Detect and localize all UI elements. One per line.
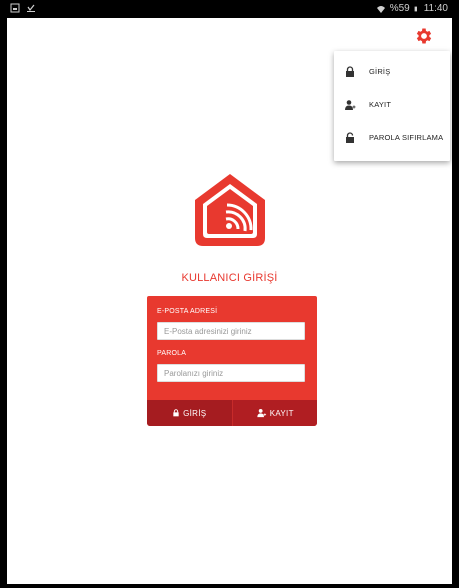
smart-home-logo [195, 174, 265, 246]
menu-item-register[interactable]: KAYIT [334, 90, 450, 119]
menu-item-login[interactable]: GİRİŞ [334, 57, 450, 86]
device-frame: %59 11:40 GİRİŞ KAYIT PAROLA SIFIRLAMA K… [0, 0, 459, 588]
menu-item-label: PAROLA SIFIRLAMA [369, 133, 444, 142]
download-icon [27, 4, 35, 12]
status-bar: %59 11:40 [7, 0, 452, 18]
email-label: E-POSTA ADRESİ [157, 308, 218, 315]
menu-item-label: GİRİŞ [369, 67, 391, 76]
login-card: E-POSTA ADRESİ PAROLA GİRİŞ [147, 296, 317, 426]
screenshot-icon [10, 3, 20, 13]
menu-item-label: KAYIT [369, 100, 392, 109]
register-button-label: KAYIT [269, 408, 294, 418]
lock-icon [173, 409, 179, 417]
unlock-icon [346, 131, 354, 143]
password-label: PAROLA [157, 350, 187, 357]
battery-icon [414, 6, 417, 11]
menu-item-password-reset[interactable]: PAROLA SIFIRLAMA [334, 123, 450, 152]
lock-icon [346, 65, 354, 77]
login-button-label: GİRİŞ [183, 408, 207, 418]
register-button[interactable]: KAYIT [231, 400, 317, 426]
settings-menu: GİRİŞ KAYIT PAROLA SIFIRLAMA [334, 51, 450, 161]
gear-icon[interactable] [414, 26, 434, 46]
clock: 11:40 [423, 3, 448, 14]
add-user-icon [257, 409, 266, 418]
email-field[interactable] [157, 322, 305, 340]
password-field[interactable] [157, 364, 305, 382]
add-user-icon [345, 99, 356, 110]
action-buttons: GİRİŞ KAYIT [147, 400, 317, 426]
app-screen: GİRİŞ KAYIT PAROLA SIFIRLAMA KULLANICI G… [7, 18, 452, 584]
login-button[interactable]: GİRİŞ [147, 400, 232, 426]
page-title: KULLANICI GİRİŞİ [181, 272, 278, 284]
wifi-icon [376, 5, 385, 13]
battery-percent: %59 [389, 3, 410, 14]
